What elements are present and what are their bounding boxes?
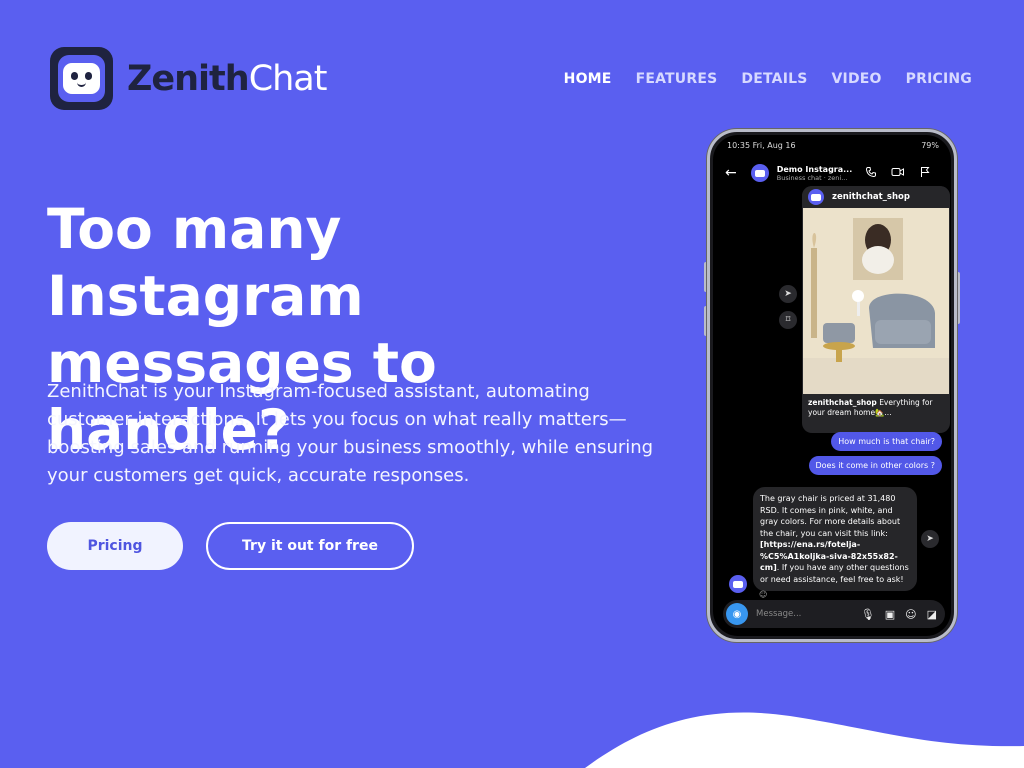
gif-icon[interactable]: ◪ xyxy=(927,608,937,621)
flag-icon[interactable] xyxy=(919,166,931,181)
hero-description: ZenithChat is your Instagram-focused ass… xyxy=(47,381,654,486)
back-arrow-icon[interactable]: ← xyxy=(725,165,737,181)
pricing-button[interactable]: Pricing xyxy=(47,522,183,570)
message-input[interactable]: Message... xyxy=(756,609,861,619)
phone-mockup: 10:35 Fri, Aug 16 79% ← Demo Instagra...… xyxy=(707,129,957,642)
reaction-icon[interactable]: ☺ xyxy=(759,590,767,599)
status-bar: 10:35 Fri, Aug 16 79% xyxy=(727,141,939,150)
post-username: zenithchat_shop xyxy=(832,192,910,202)
message-out: Does it come in other colors ? xyxy=(808,456,942,475)
message-out: How much is that chair? xyxy=(831,432,942,451)
try-free-button[interactable]: Try it out for free xyxy=(206,522,414,570)
share-icon[interactable]: ➤ xyxy=(921,530,939,548)
shared-post[interactable]: zenithchat_shop zenithchat_shop Everythi… xyxy=(802,186,950,433)
brand-logo[interactable]: ZenithChat xyxy=(50,47,327,110)
main-nav: HOME FEATURES DETAILS VIDEO PRICING xyxy=(564,71,972,87)
avatar xyxy=(808,189,824,205)
chat-name: Demo Instagra... xyxy=(776,164,853,174)
nav-item-pricing[interactable]: PRICING xyxy=(906,71,972,87)
gallery-icon[interactable]: ▣ xyxy=(885,608,895,621)
post-image xyxy=(803,208,949,394)
microphone-icon[interactable]: 🎙 xyxy=(861,608,875,621)
status-time: 10:35 Fri, Aug 16 xyxy=(727,141,796,150)
message-input-bar: ◉ Message... 🎙 ▣ ☺ ◪ xyxy=(723,600,945,628)
nav-item-details[interactable]: DETAILS xyxy=(741,71,807,87)
nav-item-home[interactable]: HOME xyxy=(564,71,612,87)
video-call-icon[interactable] xyxy=(891,166,905,181)
phone-call-icon[interactable] xyxy=(865,166,877,181)
avatar xyxy=(729,575,747,593)
nav-item-video[interactable]: VIDEO xyxy=(832,71,882,87)
status-battery: 79% xyxy=(921,141,939,150)
chat-header: ← Demo Instagra... Business chat · zeni.… xyxy=(713,159,951,187)
phone-screen: 10:35 Fri, Aug 16 79% ← Demo Instagra...… xyxy=(713,135,951,636)
wave-divider xyxy=(585,712,1024,768)
share-icon[interactable]: ➤ xyxy=(779,285,797,303)
robot-logo-icon xyxy=(50,47,113,110)
sticker-icon[interactable]: ☺ xyxy=(905,608,916,621)
brand-wordmark: ZenithChat xyxy=(127,58,327,99)
bookmark-icon[interactable]: ⌑ xyxy=(779,311,797,329)
nav-item-features[interactable]: FEATURES xyxy=(636,71,718,87)
post-caption: zenithchat_shop Everything for your drea… xyxy=(808,398,933,417)
avatar[interactable] xyxy=(750,164,769,182)
message-in: The gray chair is priced at 31,480 RSD. … xyxy=(753,487,917,591)
camera-icon[interactable]: ◉ xyxy=(726,603,748,625)
chat-subtitle: Business chat · zeni... xyxy=(776,173,848,182)
